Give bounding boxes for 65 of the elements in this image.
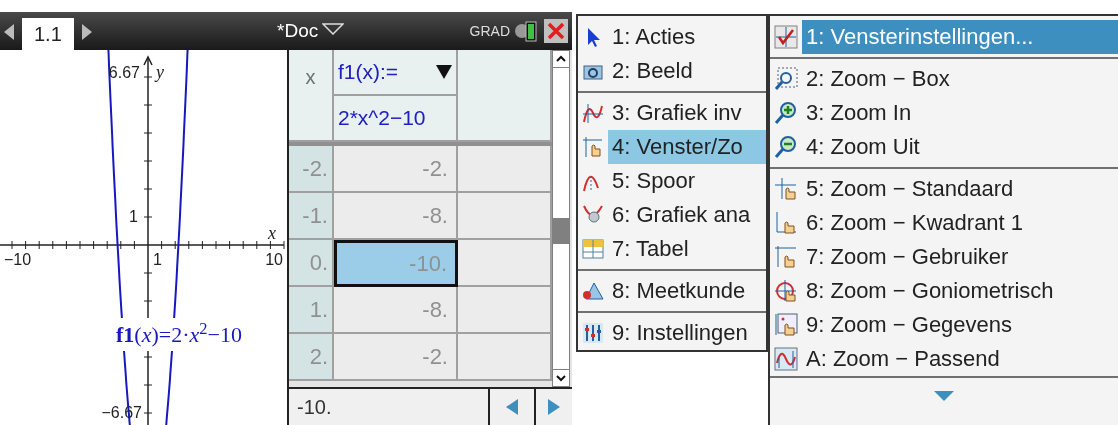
axis-label: y [156, 62, 164, 82]
left-arrow-icon [506, 399, 518, 415]
menu-item[interactable]: 3: Zoom In [802, 96, 1118, 130]
hand-axes-icon [582, 136, 604, 158]
left-arrow-icon[interactable] [4, 24, 14, 40]
curve-icon [582, 102, 604, 124]
table-cell: 1. [289, 287, 334, 334]
menu-item[interactable]: 4: Zoom Uit [802, 130, 1118, 164]
right-arrow-icon[interactable] [81, 24, 92, 40]
hand-axes-icon [774, 245, 798, 269]
axis-max-label: 10 [265, 251, 283, 268]
menu-item[interactable]: 8: Zoom − Goniometrisch [802, 274, 1118, 308]
menu-item[interactable]: 2: Beeld [608, 54, 766, 88]
table-cell: 2. [289, 334, 334, 381]
menu-item[interactable]: 3: Grafiek inv [608, 96, 766, 130]
tick-label: 1 [153, 251, 162, 268]
close-button[interactable] [544, 19, 568, 43]
close-icon [547, 22, 565, 40]
entry-field[interactable]: -10. [289, 389, 488, 425]
menu-item[interactable]: 6: Grafiek ana [608, 198, 766, 232]
magnifier-curve-icon [582, 204, 604, 226]
zoom-in-icon [774, 101, 798, 125]
document-title[interactable]: *Doc [277, 16, 319, 46]
zoom-box-icon [774, 67, 798, 91]
table-icon [582, 238, 604, 260]
hand-data-icon [774, 313, 798, 337]
sliders-icon [582, 322, 604, 344]
menu-item[interactable]: 7: Zoom − Gebruiker [802, 240, 1118, 274]
menu-item[interactable]: 6: Zoom − Kwadrant 1 [802, 206, 1118, 240]
table-cell: -1. [289, 193, 334, 240]
menu-item[interactable]: 7: Tabel [608, 232, 766, 266]
angle-mode: GRAD [469, 21, 510, 41]
menu-item[interactable]: 8: Meetkunde [608, 274, 766, 308]
hand-circle-icon [774, 279, 798, 303]
axis-label: x [268, 223, 276, 243]
battery-icon [514, 19, 540, 43]
hand-axes-icon [774, 177, 798, 201]
hand-axes-icon [774, 211, 798, 235]
window-settings-icon [774, 25, 798, 49]
axis-min-label: −10 [4, 251, 32, 268]
scrollbar-thumb[interactable] [553, 218, 569, 244]
column-header[interactable]: f1(x):= [334, 50, 456, 96]
previous-button[interactable] [490, 389, 534, 425]
scrollbar[interactable] [552, 50, 570, 387]
menu-item[interactable]: 9: Zoom − Gegevens [802, 308, 1118, 342]
table-cell: -2. [289, 146, 334, 193]
right-arrow-icon [548, 399, 560, 415]
menu-item[interactable]: 1: Acties [608, 20, 766, 54]
tick-label: 1 [129, 208, 138, 225]
zoom-out-icon [774, 135, 798, 159]
page-tab[interactable]: 1.1 [22, 18, 74, 50]
menu-item[interactable]: 4: Venster/Zo [608, 130, 766, 164]
dropdown-triangle-icon[interactable] [322, 22, 345, 35]
menu-item[interactable]: 9: Instellingen [608, 316, 766, 350]
menu-item[interactable]: 5: Zoom − Standaard [802, 172, 1118, 206]
table-cell: 0. [289, 240, 334, 287]
menu-item[interactable]: 1: Vensterinstellingen... [802, 20, 1118, 54]
menu-item[interactable]: 2: Zoom − Box [802, 62, 1118, 96]
function-label: f1(x)=2·x$^{2}$−10 [116, 318, 242, 351]
triangle-icon [582, 280, 604, 302]
fit-curve-icon [774, 347, 798, 371]
menu-item[interactable]: 5: Spoor [608, 164, 766, 198]
formula-cell[interactable]: 2*x^2−10 [334, 96, 456, 140]
menu-item[interactable]: A: Zoom − Passend [802, 342, 1118, 376]
dropdown-triangle-icon[interactable] [436, 65, 452, 79]
